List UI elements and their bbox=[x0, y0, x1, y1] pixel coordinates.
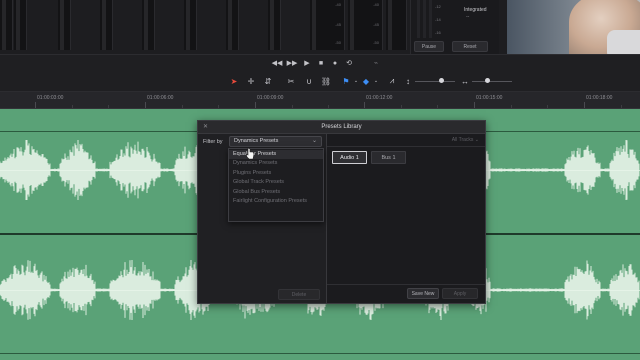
audio-meters-panel: -40 -45 -50 -40 -45 -50 -12 -14 -16 Inte… bbox=[0, 0, 640, 54]
menu-item-plugins-presets[interactable]: Plugins Presets bbox=[229, 169, 323, 178]
chevron-down-icon[interactable]: ⌄ bbox=[370, 75, 382, 87]
loudness-scale-label: -14 bbox=[435, 17, 441, 22]
loudness-meter-bar bbox=[423, 0, 426, 38]
loudness-meter-bar bbox=[429, 0, 432, 38]
presets-library-dialog: ✕ Presets Library Filter by Dynamics Pre… bbox=[197, 120, 486, 304]
presets-left-pane: Filter by Dynamics Presets ⌄ Equalizer P… bbox=[198, 134, 327, 303]
meter-scale-label: -50 bbox=[373, 40, 379, 45]
dialog-titlebar[interactable]: ✕ Presets Library bbox=[198, 121, 485, 134]
menu-item-global-track-presets[interactable]: Global Track Presets bbox=[229, 178, 323, 187]
presets-right-pane: All Tracks ⌄ Audio 1 Bus 1 Save New Appl… bbox=[327, 134, 485, 303]
horizontal-zoom-knob[interactable] bbox=[485, 78, 490, 83]
filter-dropdown-menu: Equalizer Presets Dynamics Presets Plugi… bbox=[228, 148, 324, 222]
mouse-cursor-icon bbox=[246, 148, 254, 159]
meter-scale-label: -45 bbox=[373, 22, 379, 27]
filter-dropdown[interactable]: Dynamics Presets ⌄ bbox=[229, 136, 322, 147]
waveform-zoom-icon[interactable]: ⩘ bbox=[386, 75, 398, 87]
pointer-tool-icon[interactable]: ➤ bbox=[228, 75, 240, 87]
horizontal-zoom-slider[interactable] bbox=[472, 81, 512, 82]
meter-column bbox=[226, 0, 239, 50]
meter-scale-label: -45 bbox=[335, 22, 341, 27]
all-tracks-label: All Tracks bbox=[451, 137, 474, 143]
meter-column bbox=[14, 0, 27, 50]
save-new-button[interactable]: Save New bbox=[407, 288, 439, 299]
webcam-overlay bbox=[507, 0, 640, 54]
chevron-down-icon: ⌄ bbox=[311, 138, 317, 144]
range-selection-icon[interactable]: ✛ bbox=[245, 75, 257, 87]
meter-scale-label: -40 bbox=[373, 2, 379, 7]
filter-label: Filter by bbox=[203, 139, 223, 145]
meter-column: -40 -45 -50 bbox=[348, 0, 383, 50]
reset-button[interactable]: Reset bbox=[452, 41, 488, 52]
tracks-header: All Tracks ⌄ bbox=[327, 134, 485, 147]
razor-icon[interactable]: ✂ bbox=[285, 75, 297, 87]
meter-column bbox=[100, 0, 113, 50]
edit-toolbar: ➤ ✛ ⇵ ✂ ∪ ⛓ ⚑ ⌄ ◆ ⌄ ⩘ ↕ ↔ bbox=[0, 71, 640, 92]
meter-column bbox=[386, 0, 407, 50]
pause-button[interactable]: Pause bbox=[414, 41, 444, 52]
integrated-loudness-label: Integrated bbox=[464, 7, 487, 13]
menu-item-fairlight-configuration-presets[interactable]: Fairlight Configuration Presets bbox=[229, 197, 323, 206]
menu-item-global-bus-presets[interactable]: Global Bus Presets bbox=[229, 188, 323, 197]
transport-bar: ◀◀ ▶▶ ▶ ■ ● ⟲ ⌁ bbox=[0, 54, 640, 72]
automation-icon[interactable]: ⌁ bbox=[370, 57, 382, 69]
track-chip-audio-1[interactable]: Audio 1 bbox=[332, 151, 367, 164]
meter-column bbox=[58, 0, 71, 50]
delete-button[interactable]: Delete bbox=[278, 289, 320, 300]
link-icon[interactable]: ⛓ bbox=[320, 75, 332, 87]
vertical-zoom-icon[interactable]: ↕ bbox=[402, 75, 414, 87]
fast-forward-icon[interactable]: ▶▶ bbox=[286, 57, 298, 69]
play-icon[interactable]: ▶ bbox=[301, 57, 313, 69]
ruler-timecode: 01:00:15:00 bbox=[476, 95, 503, 101]
meter-column bbox=[184, 0, 197, 50]
filter-selected-value: Dynamics Presets bbox=[234, 138, 279, 144]
menu-item-equalizer-presets[interactable]: Equalizer Presets bbox=[229, 150, 323, 159]
loudness-scale-label: -16 bbox=[435, 30, 441, 35]
ruler-timecode: 01:00:03:00 bbox=[37, 95, 64, 101]
menu-item-dynamics-presets[interactable]: Dynamics Presets bbox=[229, 159, 323, 168]
track-chip-bus-1[interactable]: Bus 1 bbox=[371, 151, 406, 164]
meter-scale-label: -40 bbox=[335, 2, 341, 7]
apply-button[interactable]: Apply bbox=[442, 288, 478, 299]
loudness-meter-bar bbox=[417, 0, 420, 38]
integrated-loudness-value: -- bbox=[466, 14, 470, 20]
timeline-ruler[interactable]: 01:00:03:00 01:00:06:00 01:00:09:00 01:0… bbox=[0, 92, 640, 109]
rewind-icon[interactable]: ◀◀ bbox=[271, 57, 283, 69]
focus-mode-icon[interactable]: ⇵ bbox=[262, 75, 274, 87]
meter-column bbox=[268, 0, 281, 50]
meter-column: -40 -45 -50 bbox=[310, 0, 345, 50]
ruler-timecode: 01:00:12:00 bbox=[366, 95, 393, 101]
ruler-timecode: 01:00:06:00 bbox=[147, 95, 174, 101]
horizontal-zoom-icon[interactable]: ↔ bbox=[459, 75, 471, 87]
meter-column bbox=[142, 0, 155, 50]
ruler-timecode: 01:00:09:00 bbox=[257, 95, 284, 101]
stop-icon[interactable]: ■ bbox=[315, 57, 327, 69]
meter-column bbox=[0, 0, 13, 50]
meter-scale-label: -50 bbox=[335, 40, 341, 45]
snapping-icon[interactable]: ∪ bbox=[303, 75, 315, 87]
vertical-zoom-slider[interactable] bbox=[415, 81, 455, 82]
loop-icon[interactable]: ⟲ bbox=[343, 57, 355, 69]
all-tracks-toggle[interactable]: All Tracks ⌄ bbox=[452, 137, 479, 143]
track-lane-divider bbox=[0, 353, 640, 354]
loudness-scale-label: -12 bbox=[435, 4, 441, 9]
vertical-zoom-knob[interactable] bbox=[439, 78, 444, 83]
record-icon[interactable]: ● bbox=[329, 57, 341, 69]
dialog-title: Presets Library bbox=[321, 124, 362, 130]
ruler-timecode: 01:00:18:00 bbox=[586, 95, 613, 101]
